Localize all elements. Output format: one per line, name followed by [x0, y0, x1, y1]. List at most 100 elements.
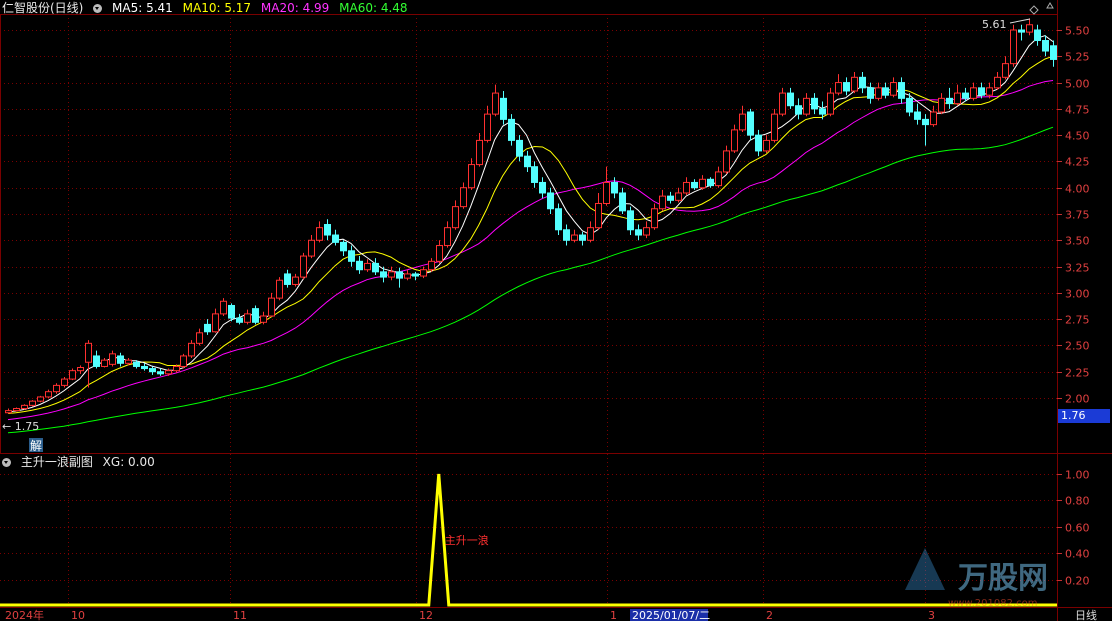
- sub-y-tick-label: 0.80: [1065, 495, 1090, 508]
- candle-body-up: [180, 355, 187, 367]
- candle: [332, 229, 339, 246]
- candle: [484, 105, 491, 143]
- main-frame: [0, 14, 1058, 454]
- candle: [53, 383, 60, 394]
- candle-body-up: [53, 384, 60, 393]
- candle: [643, 221, 650, 239]
- date-cursor-label: 2025/01/07/二: [632, 609, 710, 621]
- candle-body-down: [787, 92, 794, 107]
- candle-body-up: [484, 113, 491, 141]
- candle: [364, 259, 371, 272]
- candle-body-down: [555, 208, 562, 231]
- candle-body-down: [1050, 45, 1057, 60]
- candle-body-down: [380, 271, 387, 278]
- candle: [755, 129, 762, 157]
- candle-body-up: [260, 315, 267, 323]
- candle: [563, 224, 570, 246]
- x-tick-label: 1: [610, 609, 617, 621]
- candle: [476, 133, 483, 167]
- candle-body-down: [500, 97, 507, 120]
- y-tick-label: 5.25: [1065, 51, 1090, 64]
- candle-body-down: [252, 308, 259, 323]
- candle-body-up: [165, 370, 172, 375]
- candle: [763, 135, 770, 154]
- stock-chart[interactable]: 5.50 5.25 5.00 4.75 4.50 4.25 4.00 3.75 3.50 3.25…: [0, 0, 1112, 621]
- candle: [180, 353, 187, 369]
- watermark-url: www.201082.com: [948, 598, 1038, 609]
- indicator-dropdown-icon[interactable]: [2, 458, 11, 467]
- candle: [1010, 24, 1017, 67]
- sub-y-tick-label: 0.20: [1065, 575, 1090, 588]
- candle-body-up: [803, 97, 810, 115]
- candle-body-down: [882, 87, 889, 96]
- candle-body-down: [1042, 40, 1049, 52]
- candle: [1050, 40, 1057, 67]
- candle-body-down: [204, 323, 211, 333]
- candle-body-down: [707, 178, 714, 187]
- y-tick-label: 3.75: [1065, 209, 1090, 222]
- candle: [452, 200, 459, 230]
- candle: [61, 376, 68, 388]
- candle: [300, 252, 307, 280]
- y-tick-label: 4.50: [1065, 130, 1090, 143]
- watermark: 万股网 www.201082.com: [905, 548, 1048, 609]
- candle-body-down: [914, 111, 921, 120]
- candle: [340, 240, 347, 257]
- candle-body-down: [348, 250, 355, 262]
- candle-body-up: [436, 245, 443, 262]
- candle-body-down: [691, 181, 698, 189]
- candle-body-up: [468, 164, 475, 189]
- candle: [188, 340, 195, 359]
- candle: [29, 400, 36, 407]
- candle-body-up: [428, 260, 435, 271]
- candlesticks: [5, 18, 1057, 414]
- candle-body-up: [890, 82, 897, 96]
- candle-body-down: [1034, 29, 1041, 42]
- sub-y-tick-label: 0.40: [1065, 548, 1090, 561]
- candle-body-down: [962, 92, 969, 99]
- candle-body-up: [675, 192, 682, 201]
- candle-body-up: [938, 97, 945, 113]
- ma-dropdown-icon[interactable]: [93, 4, 103, 13]
- candle: [1018, 24, 1025, 41]
- candle: [101, 358, 108, 368]
- candle-body-up: [268, 297, 275, 317]
- candle: [859, 72, 866, 94]
- candle: [539, 177, 546, 199]
- candle: [1034, 24, 1041, 46]
- candle-body-down: [508, 118, 515, 141]
- ma5-label: MA5: 5.41: [112, 1, 173, 15]
- candle: [827, 87, 834, 117]
- candle: [994, 72, 1001, 90]
- candle-body-up: [85, 342, 92, 363]
- candle-body-up: [571, 234, 578, 241]
- candle-body-up: [13, 408, 20, 412]
- ma60-path: [7, 126, 1054, 434]
- candle: [651, 203, 658, 230]
- candle: [715, 166, 722, 188]
- candle-body-down: [563, 229, 570, 241]
- candle: [508, 114, 515, 146]
- candle: [699, 175, 706, 190]
- candle-body-down: [627, 210, 634, 231]
- candle-body-up: [595, 202, 602, 229]
- candle-body-down: [524, 155, 531, 168]
- candle-body-up: [125, 359, 132, 364]
- candle: [244, 309, 251, 325]
- candle: [149, 366, 156, 375]
- y-tick-label: 2.75: [1065, 314, 1090, 327]
- candle-body-down: [635, 229, 642, 236]
- candle: [236, 313, 243, 325]
- watermark-logo-icon: [905, 548, 945, 590]
- candle-body-down: [356, 260, 363, 271]
- candle: [516, 135, 523, 162]
- low-price-label: ← 1.75: [2, 420, 39, 433]
- candle-body-down: [795, 105, 802, 115]
- x-tick-label: 10: [71, 609, 85, 621]
- candle: [547, 187, 554, 214]
- ma10-label: MA10: 5.17: [182, 1, 252, 15]
- x-tick-label: 12: [419, 609, 433, 621]
- y-tick-label: 4.25: [1065, 156, 1090, 169]
- candle: [157, 368, 164, 376]
- candle: [922, 114, 929, 146]
